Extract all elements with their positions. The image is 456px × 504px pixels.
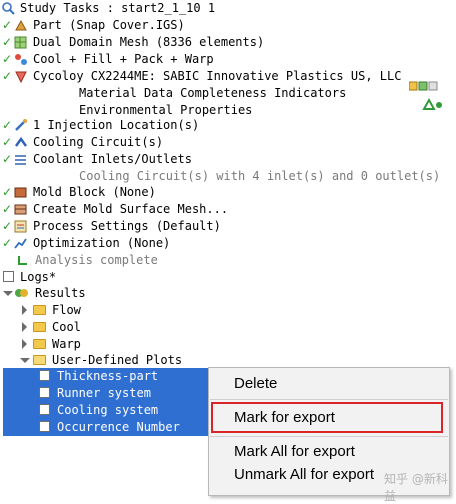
study-title: Study Tasks : start2_1_10 1 [20, 1, 216, 15]
mesh-label: Dual Domain Mesh (8336 elements) [33, 35, 265, 49]
plot-item-runner[interactable]: Runner system [3, 385, 208, 402]
expand-right-icon[interactable] [22, 339, 27, 349]
check-icon: ✓ [2, 202, 13, 216]
coolant-inlet-icon [14, 153, 27, 166]
expand-down-icon[interactable] [3, 291, 13, 296]
coolant-summary-label: Cooling Circuit(s) with 4 inlet(s) and 0… [79, 169, 441, 183]
menu-separator [210, 436, 448, 437]
check-icon: ✓ [2, 69, 13, 83]
environmental-recycle-icon [421, 97, 443, 117]
mold-surface-label: Create Mold Surface Mesh... [33, 202, 229, 216]
mesh-icon [14, 36, 27, 49]
watermark: 知乎 @新科益 [384, 472, 448, 503]
expand-right-icon[interactable] [22, 322, 27, 332]
results-label: Results [35, 286, 86, 300]
user-defined-plots-label: User-Defined Plots [52, 353, 183, 367]
part-icon [14, 19, 27, 32]
expand-down-icon[interactable] [20, 358, 30, 363]
mold-surface-icon [14, 203, 27, 216]
warp-label: Warp [52, 337, 81, 351]
menu-separator [210, 399, 448, 400]
menu-item-mark-for-export[interactable]: Mark for export [234, 409, 335, 426]
check-icon: ✓ [2, 118, 13, 132]
optimization-label: Optimization (None) [33, 236, 171, 250]
menu-item-mark-all[interactable]: Mark All for export [234, 443, 355, 460]
menu-item-delete[interactable]: Delete [234, 375, 277, 392]
plot-item-occurrence[interactable]: Occurrence Number [3, 419, 208, 436]
check-icon: ✓ [2, 135, 13, 149]
plot-label: Thickness-part [57, 369, 159, 383]
flow-label: Flow [52, 303, 81, 317]
logs-label: Logs* [20, 270, 57, 284]
plot-item-thickness[interactable]: Thickness-part [3, 368, 208, 385]
check-icon: ✓ [2, 52, 13, 66]
plot-checkbox[interactable] [39, 421, 50, 432]
process-settings-label: Process Settings (Default) [33, 219, 221, 233]
mold-block-label: Mold Block (None) [33, 185, 156, 199]
mold-block-icon [14, 186, 27, 199]
plot-checkbox[interactable] [39, 387, 50, 398]
analysis-sequence-icon [14, 53, 27, 66]
check-icon: ✓ [2, 18, 13, 32]
plot-label: Occurrence Number [57, 420, 180, 434]
coolant-inlets-label: Coolant Inlets/Outlets [33, 152, 192, 166]
analysis-sequence-label: Cool + Fill + Pack + Warp [33, 52, 214, 66]
logs-checkbox[interactable] [3, 271, 14, 282]
material-completeness-label: Material Data Completeness Indicators [79, 86, 347, 100]
plot-label: Cooling system [57, 403, 159, 417]
material-icon [14, 70, 27, 84]
injection-icon [14, 119, 27, 132]
cooling-circuits-label: Cooling Circuit(s) [33, 135, 164, 149]
open-folder-icon [33, 355, 46, 365]
material-label: Cycoloy CX2244ME: SABIC Innovative Plast… [33, 69, 402, 83]
part-label: Part (Snap Cover.IGS) [33, 18, 185, 32]
analysis-complete-icon [16, 254, 29, 267]
menu-item-unmark-all[interactable]: Unmark All for export [234, 466, 374, 483]
plot-item-cooling[interactable]: Cooling system [3, 402, 208, 419]
study-icon [2, 2, 15, 15]
injection-label: 1 Injection Location(s) [33, 118, 200, 132]
folder-icon [33, 339, 46, 349]
check-icon: ✓ [2, 219, 13, 233]
cool-label: Cool [52, 320, 81, 334]
cooling-circuit-icon [14, 136, 28, 149]
folder-icon [33, 322, 46, 332]
analysis-status-label: Analysis complete [35, 253, 158, 267]
results-icon [14, 287, 28, 300]
check-icon: ✓ [2, 152, 13, 166]
check-icon: ✓ [2, 35, 13, 49]
folder-icon [33, 305, 46, 315]
plot-label: Runner system [57, 386, 151, 400]
optimization-icon [14, 237, 27, 250]
plot-checkbox[interactable] [39, 370, 50, 381]
expand-right-icon[interactable] [22, 305, 27, 315]
process-settings-icon [14, 220, 27, 233]
check-icon: ✓ [2, 236, 13, 250]
check-icon: ✓ [2, 185, 13, 199]
plot-checkbox[interactable] [39, 404, 50, 415]
